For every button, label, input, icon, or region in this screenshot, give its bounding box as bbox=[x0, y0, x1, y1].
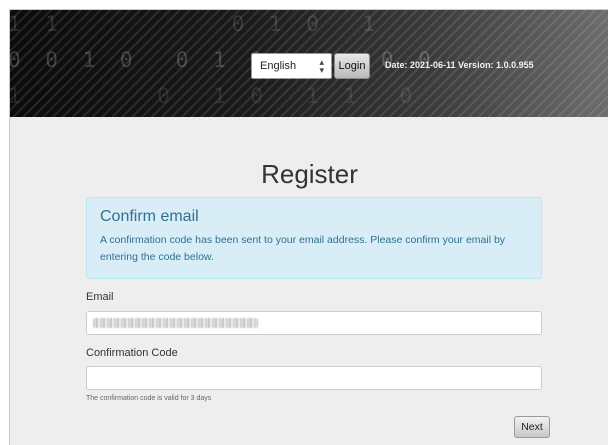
confirmation-code-field[interactable] bbox=[86, 366, 542, 390]
confirm-email-alert: Confirm email A confirmation code has be… bbox=[86, 197, 542, 279]
alert-title: Confirm email bbox=[100, 208, 199, 225]
select-arrows-icon: ▴ ▾ bbox=[319, 57, 324, 75]
confirmation-code-label: Confirmation Code bbox=[86, 347, 178, 359]
email-label: Email bbox=[86, 291, 114, 303]
page-title: Register bbox=[261, 159, 358, 189]
language-select-value: English bbox=[260, 60, 297, 72]
language-select[interactable]: English ▴ ▾ bbox=[251, 53, 332, 79]
binary-decoration: 1 0 1 0 1 1 0 bbox=[9, 84, 419, 108]
binary-decoration: 0 0 1 0 0 1 1 0 0 bbox=[9, 48, 437, 72]
version-info: Date: 2021-06-11 Version: 1.0.0.955 bbox=[385, 60, 534, 70]
binary-decoration: 1 1 0 1 0 1 bbox=[9, 12, 381, 36]
alert-message: A confirmation code has been sent to you… bbox=[100, 234, 506, 263]
code-validity-help: The confirmation code is valid for 3 day… bbox=[86, 395, 212, 402]
app-frame: 1 1 0 1 0 1 0 0 1 0 0 1 1 0 0 1 0 1 0 1 … bbox=[9, 9, 608, 445]
next-button[interactable]: Next bbox=[514, 416, 550, 438]
header-banner: 1 1 0 1 0 1 0 0 1 0 0 1 1 0 0 1 0 1 0 1 … bbox=[10, 10, 608, 117]
login-button[interactable]: Login bbox=[334, 53, 370, 79]
redacted-email-value bbox=[93, 318, 258, 328]
